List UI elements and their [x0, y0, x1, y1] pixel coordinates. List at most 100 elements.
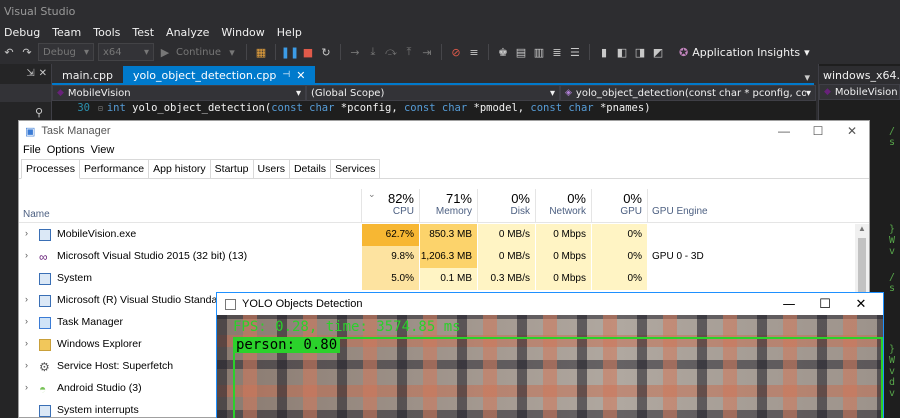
step-over-icon[interactable]: ⤼	[384, 45, 398, 59]
process-gpu: 0%	[591, 224, 647, 246]
chevron-down-icon: ▾	[549, 87, 555, 99]
close-button[interactable]: ✕	[843, 293, 879, 315]
vs-menu-window[interactable]: Window	[217, 26, 272, 39]
tab-services[interactable]: Services	[330, 159, 381, 178]
comment-icon[interactable]: ≣	[550, 45, 564, 59]
clear-bookmarks-icon[interactable]: ◩	[651, 45, 665, 59]
expand-chevron-icon[interactable]: ›	[25, 382, 28, 392]
column-gpu-engine[interactable]: GPU Engine	[647, 189, 803, 223]
project-dropdown[interactable]: ◆ MobileVision ▾	[52, 85, 306, 101]
maximize-button[interactable]: ☐	[807, 293, 843, 315]
play-icon[interactable]: ▶	[158, 45, 172, 59]
process-icon[interactable]: ▦	[254, 45, 268, 59]
vs-menu-team[interactable]: Team	[48, 26, 89, 39]
expand-chevron-icon[interactable]: ›	[25, 228, 28, 238]
column-disk[interactable]: 0% Disk	[477, 189, 535, 223]
process-name: System interrupts	[57, 404, 139, 416]
application-insights-button[interactable]: ✪ Application Insights ▾	[679, 46, 810, 59]
column-network[interactable]: 0% Network	[535, 189, 591, 223]
process-name: Microsoft Visual Studio 2015 (32 bit) (1…	[57, 250, 248, 262]
process-row[interactable]: › ∞ Microsoft Visual Studio 2015 (32 bit…	[19, 246, 855, 268]
pin-icon[interactable]: ⊣	[282, 70, 290, 80]
expand-chevron-icon[interactable]: ›	[25, 294, 28, 304]
tab-startup[interactable]: Startup	[209, 159, 254, 178]
undo-icon[interactable]: ↶	[2, 45, 16, 59]
close-icon[interactable]: ✕	[296, 69, 305, 82]
expand-chevron-icon[interactable]: ›	[25, 316, 28, 326]
disk-label: Disk	[510, 206, 530, 217]
step-out-icon[interactable]: ⤒	[402, 45, 416, 59]
tab-main-cpp[interactable]: main.cpp	[52, 66, 123, 84]
column-gpu[interactable]: 0% GPU	[591, 189, 647, 223]
code-fragment: / s	[889, 126, 896, 148]
show-next-statement-icon[interactable]: →	[348, 45, 362, 59]
process-row[interactable]: › MobileVision.exe 62.7% 850.3 MB 0 MB/s…	[19, 224, 855, 246]
prev-bookmark-icon[interactable]: ◧	[615, 45, 629, 59]
expand-chevron-icon[interactable]: ›	[25, 360, 28, 370]
process-row[interactable]: System 5.0% 0.1 MB 0.3 MB/s 0 Mbps 0%	[19, 268, 855, 290]
menu-view[interactable]: View	[91, 144, 121, 156]
column-cpu[interactable]: ⌄ 82% CPU	[361, 189, 419, 223]
pause-icon[interactable]: ❚❚	[281, 45, 299, 59]
vs-toolbar: ↶ ↷ Debug ▾ x64 ▾ ▶ Continue ▾ ▦ ❚❚ ■ ↻ …	[0, 40, 900, 64]
close-icon[interactable]: ✕	[39, 68, 47, 79]
platform-dropdown[interactable]: x64 ▾	[98, 43, 154, 61]
code-editor[interactable]: 30 ⊟ int yolo_object_detection( const ch…	[52, 101, 816, 121]
vs-menu-tools[interactable]: Tools	[89, 26, 128, 39]
memory-icon[interactable]: ▥	[532, 45, 546, 59]
app-window-icon	[39, 229, 51, 241]
vs-menu-help[interactable]: Help	[273, 26, 310, 39]
cpp-project-icon: ◆	[57, 88, 64, 98]
restart-icon[interactable]: ↻	[319, 45, 333, 59]
menu-options[interactable]: Options	[47, 144, 91, 156]
close-button[interactable]: ✕	[835, 121, 869, 141]
code-keyword: const char	[403, 102, 468, 114]
task-manager-titlebar[interactable]: ▣ Task Manager	[19, 121, 869, 141]
stack-icon[interactable]: ▤	[514, 45, 528, 59]
expand-chevron-icon[interactable]: ›	[25, 250, 28, 260]
bookmark-icon[interactable]: ▮	[597, 45, 611, 59]
tab-performance[interactable]: Performance	[79, 159, 150, 178]
solution-config-dropdown[interactable]: Debug ▾	[38, 43, 94, 61]
app-window-icon	[225, 298, 236, 310]
column-name[interactable]: Name	[23, 209, 50, 220]
tab-processes[interactable]: Processes	[21, 159, 81, 179]
scroll-up-icon[interactable]: ▲	[858, 224, 866, 233]
vs-menu-analyze[interactable]: Analyze	[162, 26, 217, 39]
process-memory: 0.1 MB	[419, 268, 477, 290]
column-memory[interactable]: 71% Memory	[419, 189, 477, 223]
continue-button[interactable]: Continue	[176, 47, 221, 58]
minimize-button[interactable]: —	[767, 121, 801, 141]
search-icon[interactable]: ⚲	[35, 106, 43, 119]
tab-details[interactable]: Details	[288, 159, 332, 178]
next-bookmark-icon[interactable]: ◨	[633, 45, 647, 59]
vs-menu-test[interactable]: Test	[128, 26, 162, 39]
scope-dropdown[interactable]: (Global Scope) ▾	[306, 85, 560, 101]
expand-chevron-icon[interactable]: ›	[25, 338, 28, 348]
maximize-button[interactable]: ☐	[801, 121, 835, 141]
breakpoint-toggle-icon[interactable]: ⊘	[449, 45, 463, 59]
task-manager-tabs: Processes Performance App history Startu…	[19, 159, 869, 179]
breakpoints-icon[interactable]: ≡	[467, 45, 481, 59]
menu-file[interactable]: File	[23, 144, 47, 156]
stop-icon[interactable]: ■	[301, 45, 315, 59]
tab-app-history[interactable]: App history	[148, 159, 211, 178]
chevron-down-icon: ▾	[83, 46, 89, 58]
code-text: *pnames)	[593, 102, 651, 114]
cpu-label: CPU	[392, 206, 414, 217]
minimize-button[interactable]: —	[771, 293, 807, 315]
threads-icon[interactable]: ♚	[496, 45, 510, 59]
member-dropdown[interactable]: ◈ yolo_object_detection(const char * pco…	[560, 85, 816, 101]
tab-users[interactable]: Users	[252, 159, 290, 178]
secondary-project-dropdown[interactable]: ◆ MobileVision	[819, 84, 900, 100]
step-into-icon[interactable]: ⤓	[366, 45, 380, 59]
uncomment-icon[interactable]: ☰	[568, 45, 582, 59]
dock-icon[interactable]: ⇲	[26, 68, 34, 79]
collapse-icon[interactable]: ⊟	[98, 104, 103, 113]
redo-icon[interactable]: ↷	[20, 45, 34, 59]
vs-menu-debug[interactable]: Debug	[0, 26, 48, 39]
chevron-down-icon[interactable]: ▾	[225, 45, 239, 59]
tab-windows-x64-h[interactable]: windows_x64.h	[819, 66, 900, 84]
run-to-cursor-icon[interactable]: ⇥	[420, 45, 434, 59]
tab-yolo-object-detection-cpp[interactable]: yolo_object_detection.cpp ⊣ ✕	[123, 66, 316, 84]
